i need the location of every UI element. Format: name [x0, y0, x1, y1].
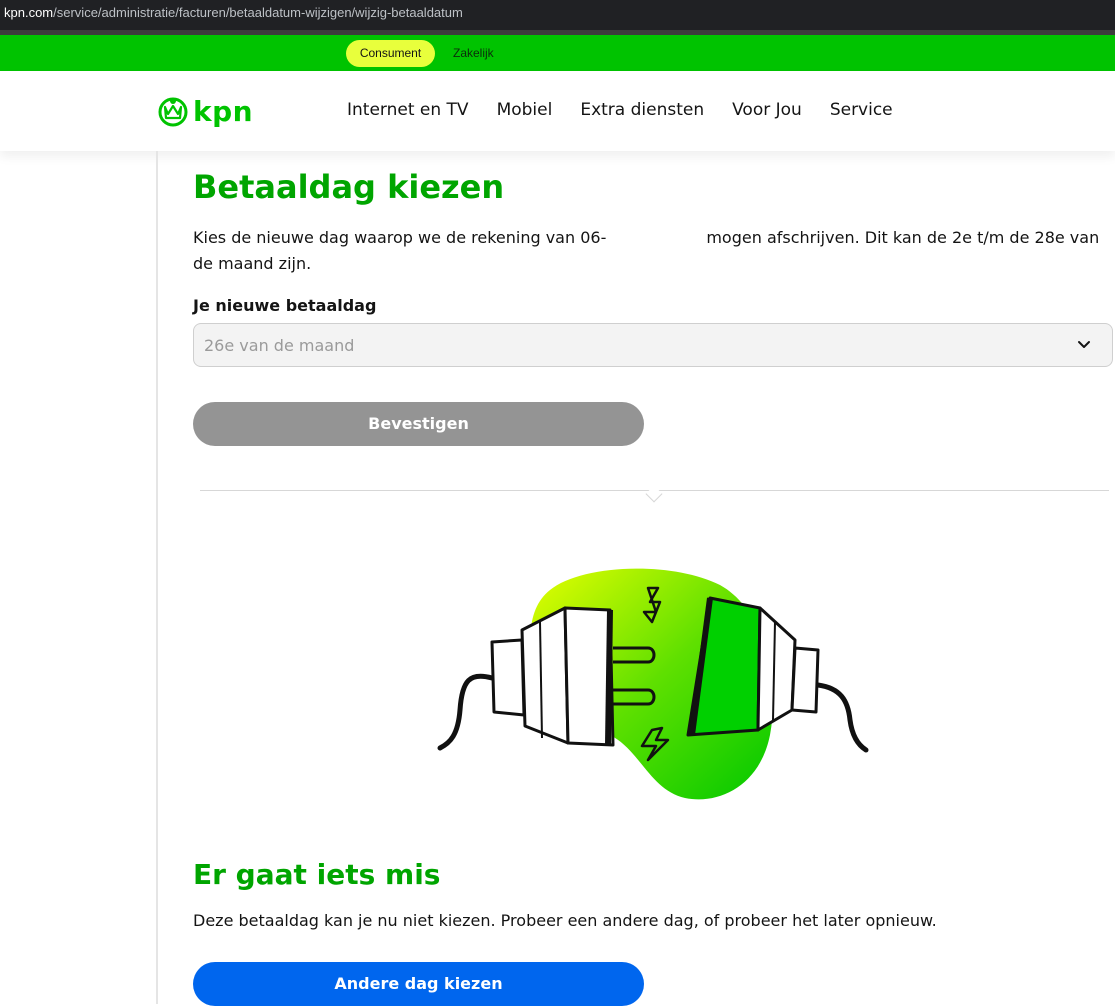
- segment-consument[interactable]: Consument: [346, 40, 435, 67]
- url-host: kpn.com: [4, 5, 54, 20]
- error-title: Er gaat iets mis: [193, 858, 441, 891]
- intro-text-part1: Kies de nieuwe dag waarop we de rekening…: [193, 228, 607, 247]
- confirm-button[interactable]: Bevestigen: [193, 402, 644, 446]
- site-header: kpn Internet en TV Mobiel Extra diensten…: [0, 71, 1115, 151]
- kpn-logo[interactable]: kpn: [157, 93, 253, 129]
- field-label: Je nieuwe betaaldag: [193, 296, 377, 315]
- main-nav: Internet en TV Mobiel Extra diensten Voo…: [347, 100, 893, 120]
- nav-item-extra-diensten[interactable]: Extra diensten: [580, 100, 704, 120]
- nav-item-mobiel[interactable]: Mobiel: [497, 100, 553, 120]
- segment-bar: Consument Zakelijk: [0, 35, 1115, 71]
- unplugged-plug-illustration: [437, 568, 869, 800]
- choose-other-day-button[interactable]: Andere dag kiezen: [193, 962, 644, 1006]
- content-left-rule: [156, 151, 158, 1004]
- nav-item-voor-jou[interactable]: Voor Jou: [732, 100, 802, 120]
- intro-text: Kies de nieuwe dag waarop we de rekening…: [193, 225, 1108, 277]
- url-path: /service/administratie/facturen/betaalda…: [53, 5, 463, 20]
- logo-text: kpn: [193, 94, 254, 128]
- page-title: Betaaldag kiezen: [193, 168, 505, 206]
- kpn-crown-icon: [158, 97, 188, 127]
- payment-day-select[interactable]: 26e van de maand: [193, 323, 1113, 367]
- nav-item-service[interactable]: Service: [830, 100, 893, 120]
- divider-notch: [645, 485, 663, 503]
- select-value: 26e van de maand: [204, 336, 355, 355]
- address-bar[interactable]: kpn.com/service/administratie/facturen/b…: [0, 0, 1115, 30]
- nav-item-internet-en-tv[interactable]: Internet en TV: [347, 100, 469, 120]
- chevron-down-icon: [1078, 341, 1090, 348]
- segment-zakelijk[interactable]: Zakelijk: [453, 40, 494, 67]
- error-text: Deze betaaldag kan je nu niet kiezen. Pr…: [193, 911, 937, 930]
